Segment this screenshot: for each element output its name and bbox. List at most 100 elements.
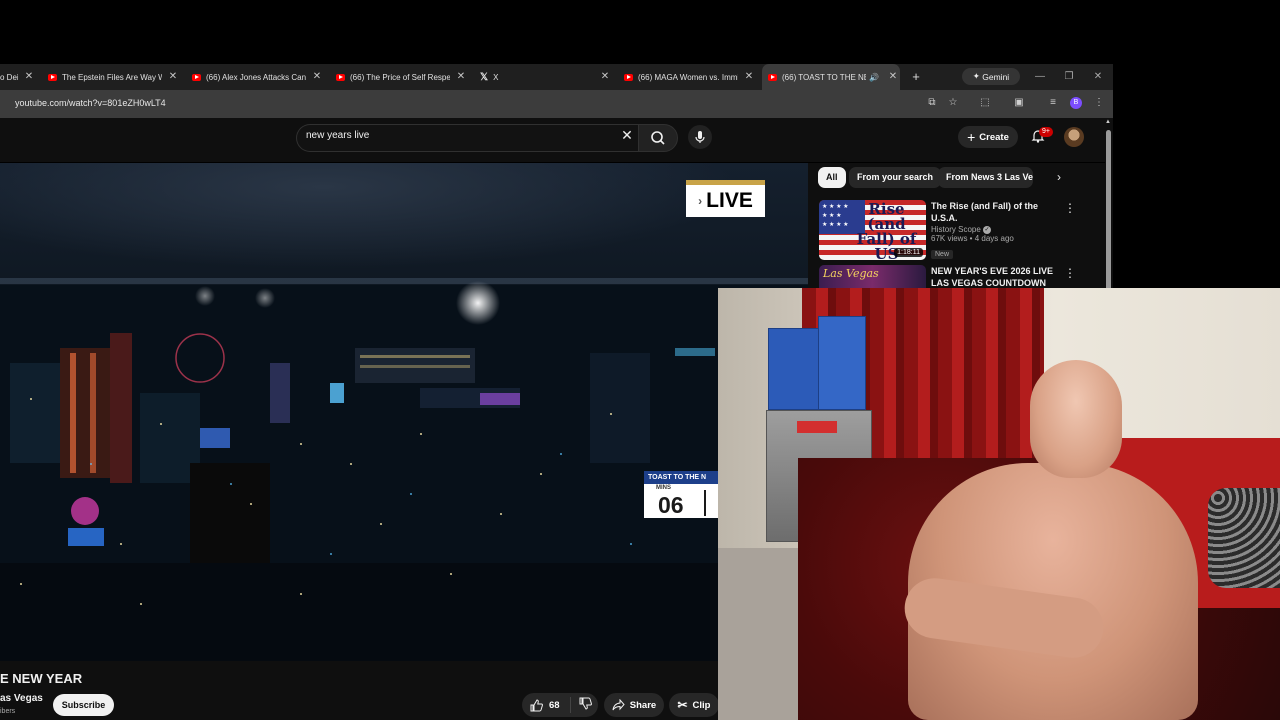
ticker-body: MINS 06 (644, 484, 718, 518)
video-meta[interactable]: NEW YEAR'S EVE 2026 LIVE LAS VEGAS COUNT… (931, 265, 1063, 288)
clip-label: Clip (692, 699, 711, 711)
tab-close-icon[interactable]: ✕ (886, 64, 900, 90)
install-app-icon[interactable]: ⧉ (925, 96, 939, 110)
chip-from-your-search[interactable]: From your search (849, 167, 942, 188)
extensions-icon[interactable]: ⬚ (978, 96, 992, 110)
browser-tab-6[interactable]: (66) MAGA Women vs. Immig ✕ (624, 64, 756, 90)
channel-name[interactable]: as Vegas (0, 693, 43, 704)
browser-tab-1[interactable]: o Dei ✕ (0, 64, 36, 90)
city-skyline-image (0, 278, 808, 661)
verified-check-icon: ✓ (983, 225, 992, 234)
maximize-icon[interactable]: ❐ (1061, 64, 1077, 90)
thumbs-up-icon (530, 698, 543, 711)
tab-title: (66) The Price of Self Respec (350, 72, 450, 82)
plus-icon: + (967, 129, 976, 145)
chip-from-news-3-las-vegas[interactable]: From News 3 Las Vegas (938, 167, 1033, 188)
countdown-ticker: TOAST TO THE N MINS 06 (644, 471, 718, 523)
search-icon (651, 131, 665, 145)
video-thumbnail[interactable]: Rise (and Fall) of US hegemony 1:18:11 (819, 200, 926, 260)
browser-tab-4[interactable]: (66) The Price of Self Respec ✕ (336, 64, 468, 90)
video-duration: 1:18:11 (894, 248, 923, 257)
window-close-icon[interactable]: ✕ (1090, 64, 1106, 90)
search-button[interactable] (638, 124, 678, 152)
side-panel-icon[interactable]: ▣ (1012, 96, 1026, 110)
profile-avatar[interactable]: B (1070, 97, 1082, 109)
voice-search-button[interactable] (688, 125, 712, 149)
new-badge: New (931, 250, 954, 259)
share-button[interactable]: Share (604, 693, 664, 717)
browser-tab-5[interactable]: 𝕏 X ✕ (480, 64, 612, 90)
media-controls-icon[interactable]: ≡ (1046, 96, 1060, 110)
tab-title: (66) TOAST TO THE NEW (782, 72, 866, 82)
channel-line: History Scope ✓ (931, 225, 1063, 234)
video-stats: 67K views • 4 days ago (931, 234, 1014, 243)
tab-close-icon[interactable]: ✕ (310, 64, 324, 90)
webcam-box (818, 316, 866, 410)
notification-count-badge: 9+ (1039, 127, 1053, 137)
browser-tab-strip: o Dei ✕ The Epstein Files Are Way Wo ✕ (… (0, 64, 1113, 90)
new-tab-button[interactable]: + (909, 64, 923, 90)
scroll-up-arrow-icon[interactable]: ▲ (1105, 119, 1111, 125)
thumbnail-text: Las Vegas (823, 267, 879, 280)
url-field[interactable]: youtube.com/watch?v=801eZH0wLT4 (15, 98, 166, 108)
account-avatar[interactable] (1064, 127, 1084, 147)
video-title[interactable]: The Rise (and Fall) of the U.S.A. (931, 200, 1063, 224)
clip-button[interactable]: ✂ Clip (669, 693, 719, 717)
live-badge: › LIVE (686, 180, 765, 217)
webcam-pillow (1208, 488, 1280, 588)
video-player[interactable] (0, 163, 808, 661)
video-meta[interactable]: The Rise (and Fall) of the U.S.A. Histor… (931, 200, 1063, 261)
like-dislike-bar: 68 (522, 693, 598, 717)
video-title[interactable]: NEW YEAR'S EVE 2026 LIVE LAS VEGAS COUNT… (931, 265, 1063, 288)
tab-close-icon[interactable]: ✕ (22, 64, 36, 90)
webcam-overlay (718, 288, 1280, 720)
tab-title: X (493, 72, 499, 82)
kebab-icon[interactable]: ⋮ (1064, 202, 1076, 214)
tab-title: (66) Alex Jones Attacks Candi (206, 72, 306, 82)
ticker-title: TOAST TO THE N (644, 471, 718, 484)
tab-close-icon[interactable]: ✕ (742, 64, 756, 90)
ticker-divider (704, 490, 706, 516)
youtube-favicon-icon (192, 73, 201, 81)
youtube-favicon-icon (768, 73, 777, 81)
tab-close-icon[interactable]: ✕ (166, 64, 180, 90)
create-button[interactable]: + Create (958, 126, 1018, 148)
search-query[interactable]: new years live (306, 130, 369, 141)
browser-menu-icon[interactable]: ⋮ (1092, 96, 1106, 110)
browser-tab-3[interactable]: (66) Alex Jones Attacks Candi ✕ (192, 64, 324, 90)
create-label: Create (979, 131, 1009, 143)
share-icon (612, 699, 625, 711)
like-button[interactable]: 68 (522, 697, 571, 713)
tab-close-icon[interactable]: ✕ (454, 64, 468, 90)
bookmark-star-icon[interactable]: ☆ (946, 96, 960, 110)
youtube-favicon-icon (624, 73, 633, 81)
gemini-label: Gemini (982, 71, 1010, 82)
like-count: 68 (549, 699, 560, 711)
tab-title: The Epstein Files Are Way Wo (62, 72, 162, 82)
kebab-icon[interactable]: ⋮ (1064, 267, 1076, 279)
dislike-button[interactable] (571, 697, 592, 713)
mic-icon (695, 131, 705, 143)
ticker-value: 06 (658, 492, 684, 518)
share-label: Share (629, 699, 657, 711)
clear-search-icon[interactable]: ✕ (618, 127, 636, 144)
gemini-button[interactable]: ✦ Gemini (962, 68, 1020, 85)
live-label: LIVE (706, 189, 753, 212)
tab-title: o Dei (0, 72, 18, 82)
channel-name[interactable]: History Scope (931, 225, 981, 234)
minimize-icon[interactable]: — (1032, 64, 1048, 90)
subscribe-button[interactable]: Subscribe (53, 694, 114, 716)
chevron-right-icon[interactable]: › (1050, 167, 1068, 188)
tab-close-icon[interactable]: ✕ (598, 64, 612, 90)
browser-tab-active[interactable]: (66) TOAST TO THE NEW 🔊 ✕ (762, 64, 900, 90)
video-title: E NEW YEAR (0, 671, 83, 686)
speaker-icon[interactable]: 🔊 (869, 73, 879, 82)
scrollbar-thumb[interactable] (1106, 130, 1111, 298)
gemini-icon: ✦ (972, 71, 983, 81)
video-thumbnail[interactable]: Las Vegas (819, 265, 926, 288)
browser-tab-2[interactable]: The Epstein Files Are Way Wo ✕ (48, 64, 180, 90)
webcam-person-head (1030, 360, 1122, 478)
x-favicon-icon: 𝕏 (480, 71, 489, 83)
youtube-favicon-icon (48, 73, 57, 81)
chip-all[interactable]: All (818, 167, 846, 188)
